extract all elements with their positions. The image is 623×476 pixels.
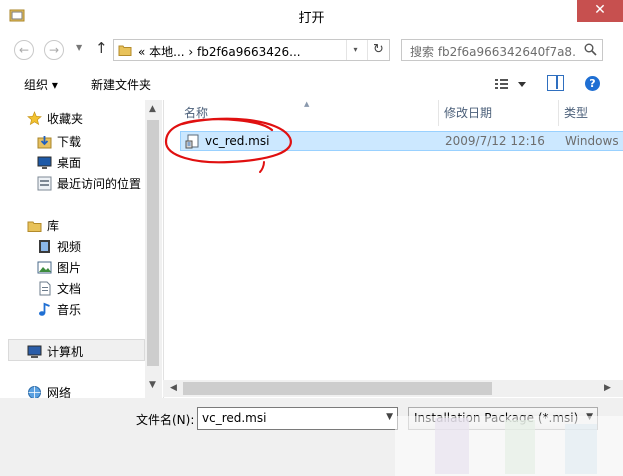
sidebar-item-label: 文档 [57, 282, 82, 296]
address-dropdown[interactable]: ▾ [346, 40, 364, 60]
search-icon[interactable] [584, 43, 597, 56]
downloads-icon [37, 136, 52, 149]
sidebar-item-label: 计算机 [47, 345, 84, 359]
forward-button[interactable]: → [44, 40, 64, 60]
file-modified-date: 2009/7/12 12:16 [445, 134, 545, 148]
column-header-name[interactable]: 名称 [184, 104, 208, 126]
recent-locations-dropdown[interactable]: ▼ [76, 43, 82, 52]
column-divider[interactable] [558, 100, 559, 126]
filename-panel: 文件名(N): vc_red.msi ▼ Installation Packag… [0, 398, 623, 476]
filename-label: 文件名(N): [136, 413, 195, 427]
address-bar[interactable]: « 本地... › fb2f6a9663426... ▾ ↻ [113, 39, 390, 61]
navigation-pane: 收藏夹 下载 桌面 最近访问的位置 库 视频 图片 文档 音乐 计算机 网络 ▲… [0, 100, 163, 400]
sidebar-item-label: 下载 [57, 135, 82, 149]
column-header-type[interactable]: 类型 [564, 104, 588, 126]
table-row[interactable]: vc_red.msi 2009/7/12 12:16 Windows [180, 131, 623, 151]
search-placeholder: 搜索 fb2f6a966342640f7a8... [410, 45, 576, 59]
preview-pane-icon[interactable] [547, 75, 564, 91]
chevron-down-icon[interactable]: ▼ [586, 412, 593, 422]
scroll-right-icon[interactable]: ▶ [604, 383, 611, 393]
help-icon[interactable]: ? [585, 76, 600, 91]
videos-icon [39, 240, 50, 253]
column-header-modified[interactable]: 修改日期 [444, 104, 492, 126]
file-type-value[interactable]: Installation Package (*.msi) [414, 411, 578, 425]
folder-icon [118, 45, 132, 56]
scroll-left-icon[interactable]: ◀ [170, 383, 177, 393]
desktop-icon [37, 156, 52, 169]
horizontal-scrollbar[interactable]: ◀ ▶ [163, 380, 623, 397]
back-button[interactable]: ← [14, 40, 34, 60]
msi-installer-icon [185, 134, 199, 149]
toolbar: 组织 ▾ 新建文件夹 ? [0, 69, 623, 99]
sidebar-item-label: 音乐 [57, 303, 82, 317]
title-bar: 打开 ✕ [0, 0, 623, 31]
file-type: Windows [565, 134, 619, 148]
scrollbar-thumb[interactable] [183, 382, 492, 395]
sidebar-item-label: 桌面 [57, 156, 82, 170]
file-type-select[interactable]: Installation Package (*.msi) ▼ [408, 407, 598, 430]
sidebar-item-label: 库 [47, 219, 60, 233]
filename-input[interactable]: vc_red.msi ▼ [197, 407, 398, 430]
file-name: vc_red.msi [205, 134, 270, 148]
computer-icon [27, 345, 42, 358]
music-icon [39, 302, 50, 316]
sidebar-scrollbar[interactable]: ▲ ▼ [145, 100, 162, 398]
up-button[interactable]: ↑ [95, 39, 108, 57]
documents-icon [39, 281, 51, 296]
sidebar-item-label: 图片 [57, 261, 82, 275]
star-icon [27, 111, 42, 126]
chevron-down-icon[interactable]: ▼ [386, 412, 393, 422]
address-path[interactable]: « 本地... › fb2f6a9663426... [138, 43, 301, 60]
search-input[interactable]: 搜索 fb2f6a966342640f7a8... [401, 39, 603, 61]
sidebar-item-label: 收藏夹 [47, 112, 84, 126]
refresh-button[interactable]: ↻ [367, 40, 389, 60]
filename-value[interactable]: vc_red.msi [202, 411, 266, 425]
scroll-down-icon[interactable]: ▼ [149, 380, 156, 390]
sidebar-item-label: 视频 [57, 240, 82, 254]
organize-button[interactable]: 组织 ▾ [24, 76, 58, 93]
sort-ascending-icon: ▲ [304, 100, 310, 108]
view-options-icon[interactable] [493, 75, 529, 93]
recent-places-icon [37, 176, 52, 191]
sidebar-item-label: 最近访问的位置 [57, 177, 142, 191]
new-folder-button[interactable]: 新建文件夹 [91, 76, 151, 93]
libraries-icon [27, 221, 42, 232]
window-title: 打开 [298, 11, 325, 26]
close-button[interactable]: ✕ [577, 0, 623, 22]
file-list: ▲ 名称 修改日期 类型 vc_red.msi 2009/7/12 12:16 … [163, 100, 623, 398]
column-divider[interactable] [438, 100, 439, 126]
pictures-icon [37, 261, 52, 274]
navigation-bar: ← → ▼ ↑ « 本地... › fb2f6a9663426... ▾ ↻ 搜… [0, 31, 623, 69]
scrollbar-thumb[interactable] [147, 120, 159, 366]
scroll-up-icon[interactable]: ▲ [149, 104, 156, 114]
